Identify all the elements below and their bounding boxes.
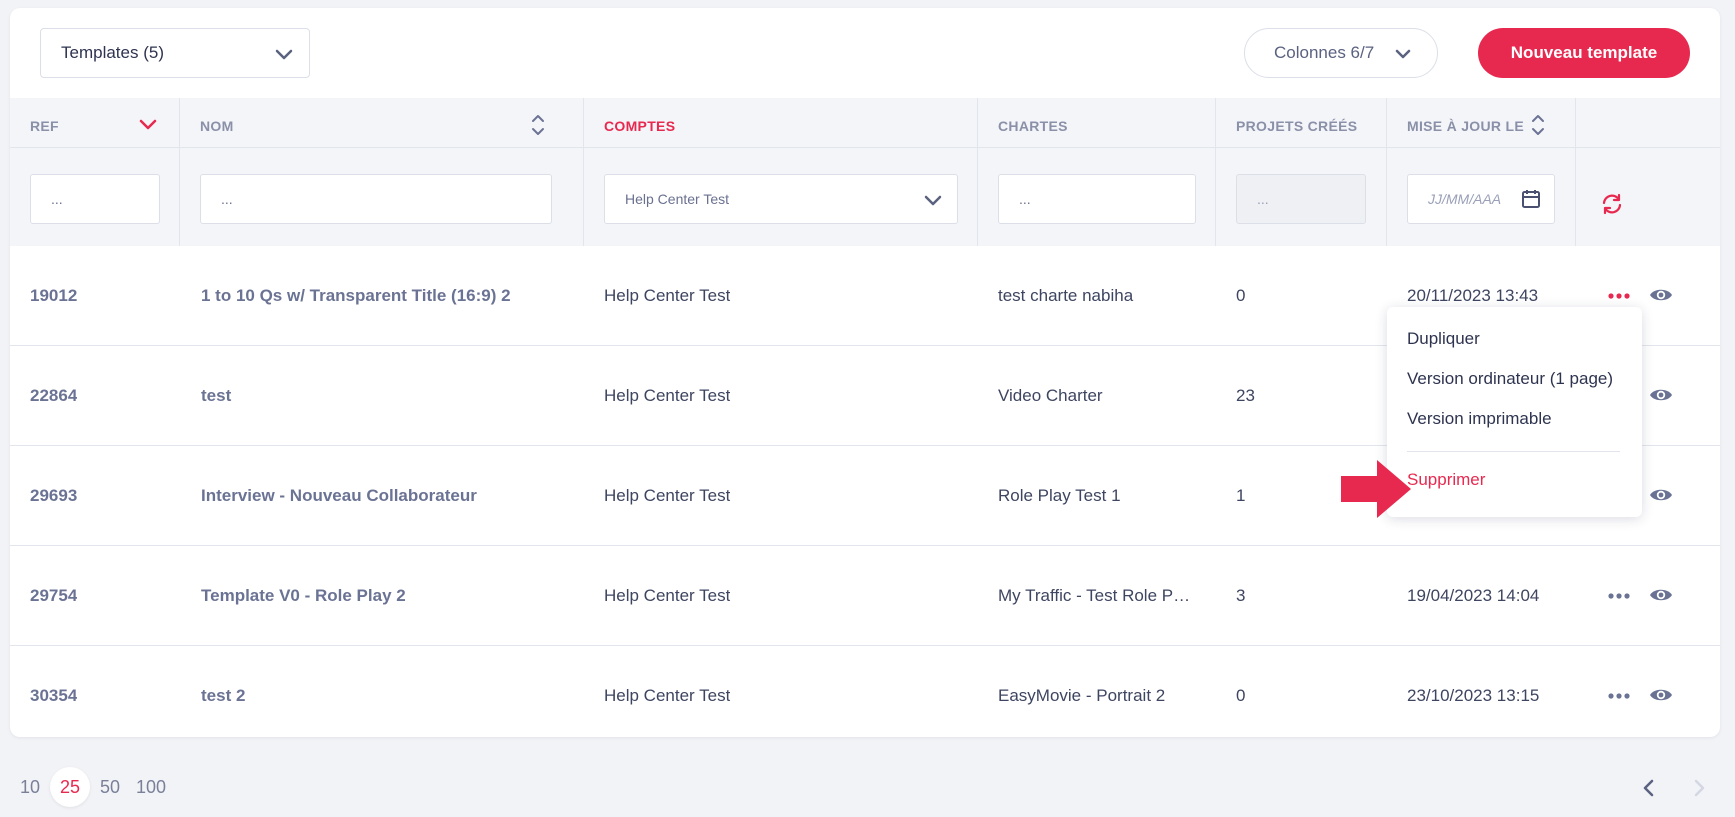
nom-filter-input[interactable]: ...: [200, 174, 552, 224]
column-chartes-label[interactable]: CHARTES: [998, 118, 1068, 134]
nom-cell[interactable]: 1 to 10 Qs w/ Transparent Title (16:9) 2: [201, 246, 571, 346]
column-maj: MISE À JOUR LE JJ/MM/AAA: [1387, 98, 1576, 246]
ref-cell: 29754: [30, 586, 78, 605]
nom-cell[interactable]: test 2: [201, 646, 571, 746]
menu-item-print-version[interactable]: Version imprimable: [1407, 409, 1552, 429]
nom-cell[interactable]: test: [201, 346, 571, 446]
ref-cell: 19012: [30, 286, 78, 305]
date-cell: 23/10/2023 13:15: [1407, 686, 1540, 705]
comptes-filter-value: Help Center Test: [625, 191, 730, 207]
eye-icon[interactable]: [1648, 482, 1674, 508]
compte-cell: Help Center Test: [604, 486, 731, 505]
charte-cell: test charte nabiha: [998, 286, 1134, 305]
charte-cell: Video Charter: [998, 386, 1103, 405]
sort-desc-icon[interactable]: [138, 114, 158, 134]
sort-both-icon[interactable]: [1530, 112, 1546, 138]
column-chartes: CHARTES ...: [978, 98, 1216, 246]
calendar-icon[interactable]: [1520, 188, 1542, 210]
page-size-10[interactable]: 10: [16, 765, 44, 809]
menu-item-delete[interactable]: Supprimer: [1407, 470, 1485, 490]
table-header: REF ... NOM ... COMPTES Help Center Test…: [10, 98, 1720, 246]
date-cell: 19/04/2023 14:04: [1407, 586, 1540, 605]
projets-filter-input: ...: [1236, 174, 1366, 224]
menu-item-duplicate[interactable]: Dupliquer: [1407, 329, 1480, 349]
table-row[interactable]: 29754 Template V0 - Role Play 2 Help Cen…: [10, 546, 1720, 646]
menu-item-desktop-version[interactable]: Version ordinateur (1 page): [1407, 369, 1613, 389]
templates-card: Templates (5) Colonnes 6/7 Nouveau templ…: [10, 8, 1720, 737]
compte-cell: Help Center Test: [604, 586, 731, 605]
chevron-down-icon: [1395, 49, 1411, 59]
table-row[interactable]: 30354 test 2 Help Center Test EasyMovie …: [10, 646, 1720, 746]
chevron-left-icon[interactable]: [1638, 777, 1660, 799]
eye-icon[interactable]: [1648, 582, 1674, 608]
column-comptes: COMPTES Help Center Test: [584, 98, 978, 246]
ref-cell: 22864: [30, 386, 78, 405]
charte-cell: Role Play Test 1: [998, 486, 1121, 505]
projets-cell: 1: [1236, 486, 1246, 505]
ref-cell: 30354: [30, 686, 78, 705]
menu-divider: [1407, 451, 1620, 452]
column-maj-label[interactable]: MISE À JOUR LE: [1407, 118, 1524, 134]
page-size-25[interactable]: 25: [50, 767, 90, 807]
compte-cell: Help Center Test: [604, 286, 731, 305]
more-options-icon[interactable]: [1607, 684, 1631, 708]
column-actions: [1576, 98, 1720, 246]
columns-button-label: Colonnes 6/7: [1274, 43, 1375, 62]
column-projets-label[interactable]: PROJETS CRÉÉS: [1236, 118, 1357, 134]
date-filter-placeholder: JJ/MM/AAA: [1428, 191, 1502, 207]
new-template-button[interactable]: Nouveau template: [1478, 28, 1690, 78]
column-ref: REF ...: [10, 98, 180, 246]
projets-cell: 3: [1236, 586, 1246, 605]
column-nom-label[interactable]: NOM: [200, 118, 234, 134]
column-projets: PROJETS CRÉÉS ...: [1216, 98, 1387, 246]
page-size-100[interactable]: 100: [132, 765, 170, 809]
page-size-50[interactable]: 50: [96, 765, 124, 809]
charte-cell: My Traffic - Test Role P…: [998, 586, 1191, 605]
sort-both-icon[interactable]: [530, 112, 546, 138]
ref-filter-placeholder: ...: [51, 191, 63, 207]
column-nom: NOM ...: [180, 98, 584, 246]
eye-icon[interactable]: [1648, 682, 1674, 708]
projets-cell: 23: [1236, 386, 1255, 405]
pagination: 10 25 50 100: [0, 765, 1735, 815]
more-options-icon[interactable]: [1607, 284, 1631, 308]
ref-filter-input[interactable]: ...: [30, 174, 160, 224]
row-context-menu: Dupliquer Version ordinateur (1 page) Ve…: [1387, 307, 1642, 517]
refresh-icon[interactable]: [1600, 192, 1624, 216]
nom-filter-placeholder: ...: [221, 191, 233, 207]
toolbar: Templates (5) Colonnes 6/7 Nouveau templ…: [10, 8, 1720, 98]
comptes-filter-select[interactable]: Help Center Test: [604, 174, 958, 224]
columns-button[interactable]: Colonnes 6/7: [1244, 28, 1438, 78]
chevron-down-icon: [275, 49, 293, 60]
more-options-icon[interactable]: [1607, 584, 1631, 608]
column-ref-label[interactable]: REF: [30, 118, 59, 134]
ref-cell: 29693: [30, 486, 78, 505]
compte-cell: Help Center Test: [604, 686, 731, 705]
projets-filter-placeholder: ...: [1257, 191, 1269, 207]
column-comptes-label[interactable]: COMPTES: [604, 118, 675, 134]
eye-icon[interactable]: [1648, 382, 1674, 408]
templates-select[interactable]: Templates (5): [40, 28, 310, 78]
templates-select-label: Templates (5): [61, 43, 164, 62]
nom-cell[interactable]: Template V0 - Role Play 2: [201, 546, 571, 646]
compte-cell: Help Center Test: [604, 386, 731, 405]
nom-cell[interactable]: Interview - Nouveau Collaborateur: [201, 446, 571, 546]
projets-cell: 0: [1236, 286, 1246, 305]
eye-icon[interactable]: [1648, 282, 1674, 308]
charte-cell: EasyMovie - Portrait 2: [998, 686, 1166, 705]
chartes-filter-placeholder: ...: [1019, 191, 1031, 207]
chartes-filter-input[interactable]: ...: [998, 174, 1196, 224]
projets-cell: 0: [1236, 686, 1246, 705]
chevron-right-icon[interactable]: [1688, 777, 1710, 799]
pointer-arrow-icon: [1341, 460, 1411, 518]
date-filter-input[interactable]: JJ/MM/AAA: [1407, 174, 1555, 224]
chevron-down-icon: [924, 195, 942, 206]
